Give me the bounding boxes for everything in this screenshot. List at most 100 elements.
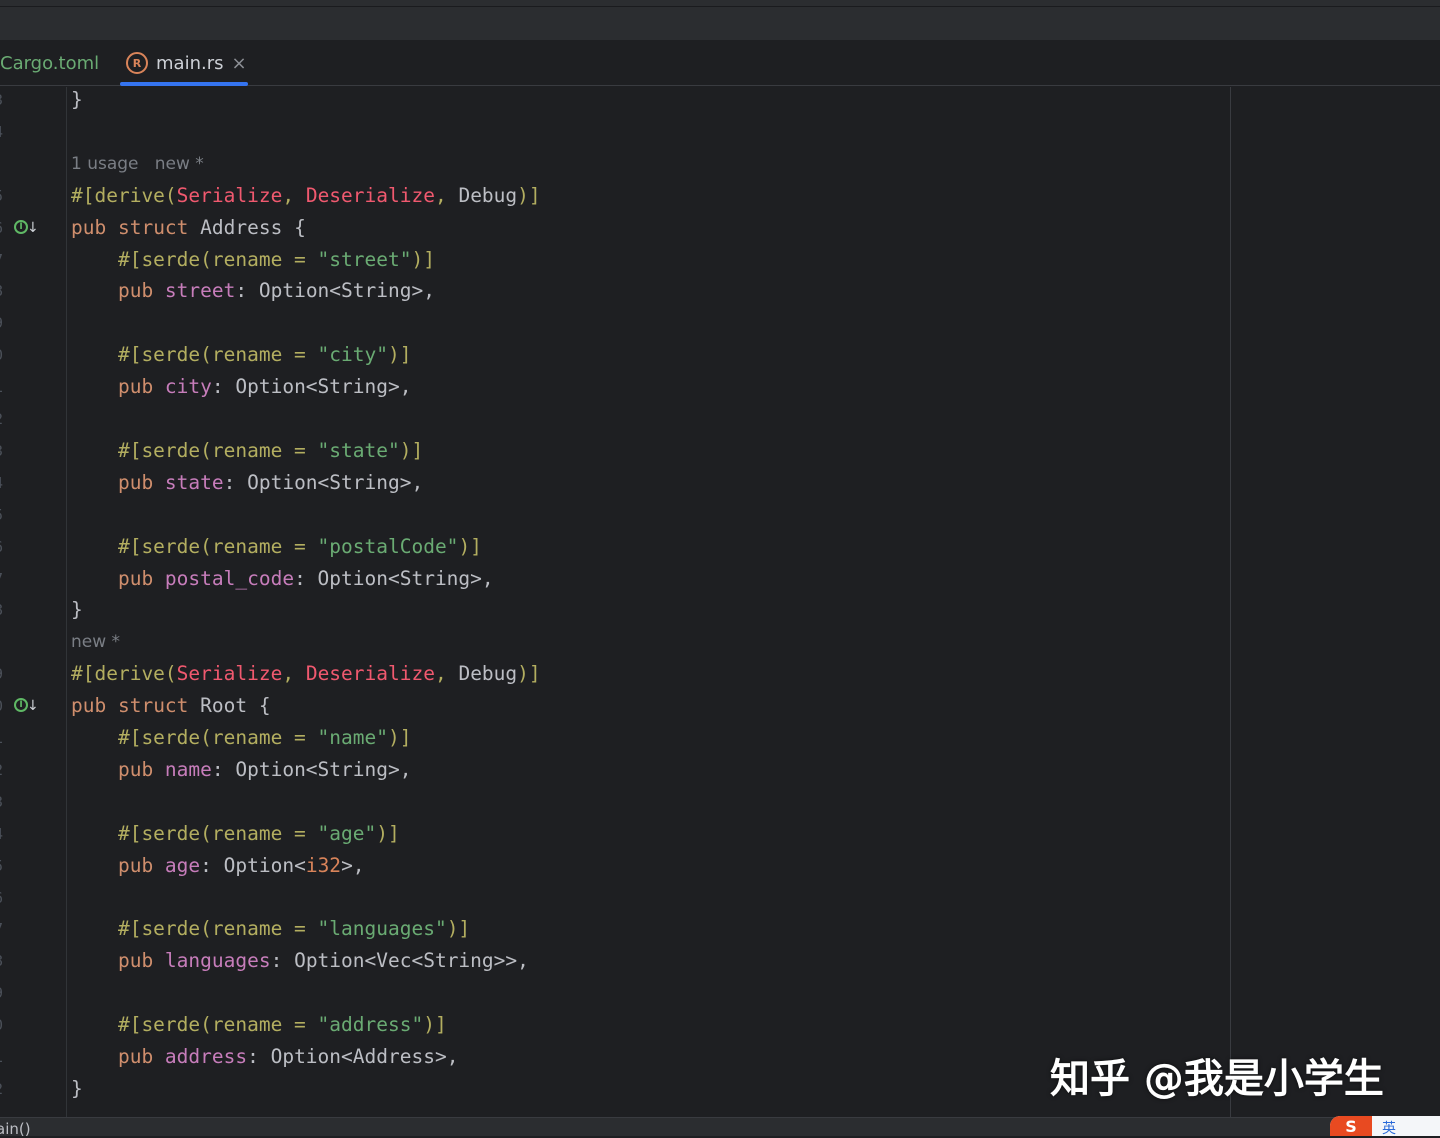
line-number: 4 xyxy=(0,467,6,499)
code-token: pub xyxy=(71,566,165,590)
code-line[interactable]: #[derive(Serialize, Deserialize, Debug)] xyxy=(71,180,541,212)
line-number: 1 xyxy=(0,1041,6,1073)
line-number: 8 xyxy=(0,594,6,626)
code-line[interactable]: pub street: Option<String>, xyxy=(71,275,435,307)
code-token: #[serde(rename = xyxy=(71,917,318,941)
code-token: Address { xyxy=(200,215,306,239)
tab-label: main.rs xyxy=(156,52,224,74)
code-line[interactable]: pub age: Option<i32>, xyxy=(71,850,365,882)
line-number: 3 xyxy=(0,84,6,116)
tab-main-rs[interactable]: R main.rs × xyxy=(126,40,247,86)
code-token: : Option<String>, xyxy=(223,470,424,494)
line-number: 5 xyxy=(0,850,6,882)
tab-label: Cargo.toml xyxy=(0,52,100,74)
code-line[interactable]: #[derive(Serialize, Deserialize, Debug)] xyxy=(71,658,541,690)
line-number: 6 xyxy=(0,531,6,563)
code-token: )] xyxy=(458,534,482,558)
code-token: , xyxy=(282,183,306,207)
code-line[interactable]: #[serde(rename = "city")] xyxy=(71,339,412,371)
code-line[interactable]: pub name: Option<String>, xyxy=(71,754,412,786)
line-number: 1 xyxy=(0,722,6,754)
code-line[interactable]: pub postal_code: Option<String>, xyxy=(71,563,494,595)
code-token: languages xyxy=(164,949,271,973)
line-number: 3 xyxy=(0,435,6,467)
code-token: >, xyxy=(341,853,365,877)
code-line[interactable]: pub city: Option<String>, xyxy=(71,371,412,403)
line-number: 6 xyxy=(0,212,6,244)
code-token: "age" xyxy=(317,821,377,845)
code-line[interactable]: pub languages: Option<Vec<String>>, xyxy=(71,945,529,977)
code-token: pub xyxy=(71,757,165,781)
code-token: pub xyxy=(71,279,165,303)
line-number: 0 xyxy=(0,339,6,371)
code-token: #[serde(rename = xyxy=(71,726,318,749)
inlay-usage-hint[interactable]: new * xyxy=(71,626,120,658)
code-token: "name" xyxy=(317,726,388,749)
code-line[interactable]: #[serde(rename = "state")] xyxy=(71,435,423,467)
code-token: #[serde(rename = xyxy=(71,1013,318,1037)
line-number: 2 xyxy=(0,754,6,786)
active-tab-indicator xyxy=(120,82,248,86)
line-number: 9 xyxy=(0,658,6,690)
line-number: 9 xyxy=(0,307,6,339)
code-token: pub xyxy=(71,694,118,718)
code-token: address xyxy=(164,1045,248,1068)
code-token: struct xyxy=(117,215,201,239)
code-token: )] xyxy=(446,917,471,941)
tab-cargo-toml[interactable]: Cargo.toml xyxy=(0,40,99,86)
code-line[interactable]: #[serde(rename = "address")] xyxy=(71,1009,447,1041)
code-token: , xyxy=(282,662,306,686)
right-margin-guide xyxy=(1230,87,1231,1117)
line-number: 4 xyxy=(0,818,6,850)
code-line[interactable]: } xyxy=(71,594,83,626)
code-line[interactable]: } xyxy=(71,84,83,116)
close-icon[interactable]: × xyxy=(231,53,246,74)
code-token: Root { xyxy=(200,694,271,718)
ime-language: 英 xyxy=(1382,1121,1396,1136)
watermark: 知乎 @我是小学生 xyxy=(1050,1056,1384,1102)
code-token: name xyxy=(164,757,212,781)
status-bar-text: ain() xyxy=(0,1120,31,1138)
code-line[interactable]: #[serde(rename = "name")] xyxy=(71,722,412,754)
code-token: #[derive( xyxy=(71,662,177,686)
line-number: 2 xyxy=(0,403,6,435)
code-token: "state" xyxy=(317,438,400,462)
ime-indicator[interactable]: S 英 xyxy=(1330,1116,1440,1136)
code-line[interactable]: #[serde(rename = "age")] xyxy=(71,818,400,850)
code-line[interactable]: pub address: Option<Address>, xyxy=(71,1041,458,1073)
code-token: )] xyxy=(517,662,541,686)
code-token: struct xyxy=(117,694,201,718)
line-number: 3 xyxy=(0,786,6,818)
rust-file-icon: R xyxy=(126,52,148,74)
code-line[interactable]: pub struct Address { xyxy=(71,212,306,244)
code-token: : Option<String>, xyxy=(235,279,435,303)
code-token: Debug xyxy=(458,183,518,207)
gutter-divider xyxy=(66,87,67,1117)
code-token: } xyxy=(71,598,83,622)
code-token: Debug xyxy=(458,662,518,686)
line-number: 1 xyxy=(0,371,6,403)
code-token: i32 xyxy=(305,853,342,877)
code-token: pub xyxy=(71,853,165,877)
code-line[interactable]: pub struct Root { xyxy=(71,690,271,722)
code-token: pub xyxy=(71,949,165,973)
implemented-trait-icon[interactable]: I ↓ xyxy=(14,218,39,240)
code-token: "city" xyxy=(317,343,388,367)
code-line[interactable]: pub state: Option<String>, xyxy=(71,467,423,499)
code-line[interactable]: #[serde(rename = "languages")] xyxy=(71,913,470,945)
code-token: #[derive( xyxy=(71,183,177,207)
title-bar-divider xyxy=(0,6,1440,7)
code-token: Serialize xyxy=(176,183,283,207)
code-token: , xyxy=(434,183,459,207)
implemented-trait-icon[interactable]: I ↓ xyxy=(14,696,39,718)
code-line[interactable]: #[serde(rename = "street")] xyxy=(71,244,435,276)
code-token: )] xyxy=(423,1013,447,1037)
code-line[interactable]: } xyxy=(71,1073,83,1105)
code-token: "street" xyxy=(317,247,412,271)
code-line[interactable]: #[serde(rename = "postalCode")] xyxy=(71,531,482,563)
code-token: city xyxy=(164,375,212,399)
inlay-usage-hint[interactable]: 1 usage new * xyxy=(71,148,204,180)
code-token: pub xyxy=(71,470,165,494)
code-token: : Option<Vec<String>>, xyxy=(270,949,529,973)
code-token: "languages" xyxy=(317,917,447,941)
